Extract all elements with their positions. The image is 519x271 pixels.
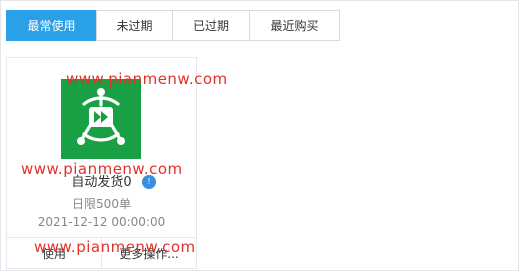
tab-most-used[interactable]: 最常使用 (6, 10, 97, 41)
use-button[interactable]: 使用 (7, 238, 101, 269)
more-actions-button[interactable]: 更多操作... (101, 238, 196, 269)
page: 最常使用 未过期 已过期 最近购买 自动发货0 ! 日限500单 2021-12… (0, 0, 519, 271)
daily-limit-text: 日限500单 (72, 197, 131, 211)
tab-recently-purchased[interactable]: 最近购买 (249, 10, 340, 41)
robot-fast-forward-icon (61, 79, 141, 159)
tab-not-expired[interactable]: 未过期 (96, 10, 173, 41)
app-card: 自动发货0 ! 日限500单 2021-12-12 00:00:00 使用 更多… (6, 57, 197, 269)
card-actions: 使用 更多操作... (7, 237, 196, 269)
card-title: 自动发货0 (71, 175, 132, 190)
expiry-date: 2021-12-12 00:00:00 (37, 215, 166, 229)
tab-bar: 最常使用 未过期 已过期 最近购买 (6, 10, 340, 41)
tab-expired[interactable]: 已过期 (172, 10, 250, 41)
info-badge[interactable]: ! (142, 175, 156, 189)
